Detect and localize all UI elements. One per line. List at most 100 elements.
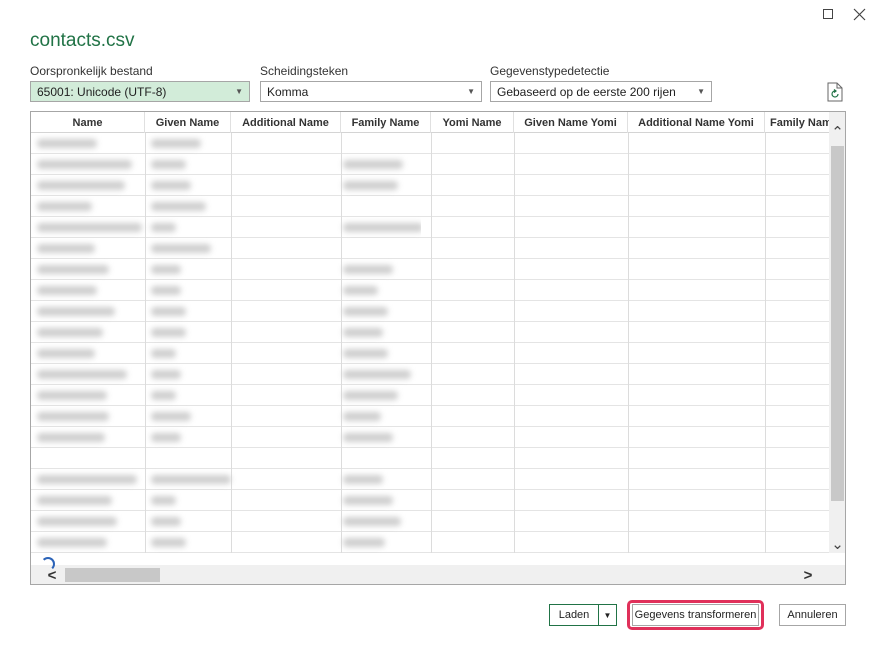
chevron-down-icon: ▼	[467, 87, 475, 96]
blurred-cell	[151, 370, 181, 379]
chevron-right-icon[interactable]: >	[797, 565, 819, 584]
blurred-cell	[343, 349, 388, 358]
blurred-cell	[151, 517, 181, 526]
blurred-cell	[37, 244, 95, 253]
blurred-cell	[37, 517, 117, 526]
blurred-cell	[151, 202, 206, 211]
column-header: Yomi Name	[431, 112, 514, 133]
blurred-cell	[151, 265, 181, 274]
column-divider	[765, 133, 766, 553]
blurred-cell	[343, 391, 398, 400]
chevron-down-icon: ▼	[603, 610, 612, 620]
blurred-cell	[343, 328, 383, 337]
blurred-cell	[343, 286, 378, 295]
horizontal-scrollbar[interactable]: < >	[31, 557, 845, 584]
blurred-cell	[343, 223, 421, 232]
column-header: Given Name Yomi	[514, 112, 628, 133]
blurred-cell	[151, 433, 181, 442]
blurred-cell	[37, 391, 107, 400]
cancel-button[interactable]: Annuleren	[779, 604, 846, 626]
source-dropdown[interactable]: 65001: Unicode (UTF-8) ▼	[30, 81, 250, 102]
blurred-cell	[343, 307, 388, 316]
maximize-icon	[823, 9, 833, 19]
detection-dropdown-value: Gebaseerd op de eerste 200 rijen	[497, 84, 676, 99]
vertical-scrollbar[interactable]: ⌃ ⌄	[829, 112, 845, 554]
chevron-left-icon[interactable]: <	[41, 565, 63, 584]
load-button[interactable]: Laden	[549, 604, 599, 626]
blurred-cell	[37, 538, 107, 547]
load-options-button[interactable]: ▼	[598, 604, 617, 626]
blurred-cell	[343, 181, 398, 190]
source-dropdown-value: 65001: Unicode (UTF-8)	[37, 84, 167, 99]
blurred-cell	[37, 475, 137, 484]
delimiter-dropdown-value: Komma	[267, 84, 309, 99]
refresh-file-icon[interactable]	[826, 82, 844, 102]
blurred-cell	[343, 265, 393, 274]
blurred-cell	[37, 433, 105, 442]
blurred-cell	[343, 370, 411, 379]
blurred-cell	[343, 517, 401, 526]
blurred-cell	[343, 496, 393, 505]
blurred-cell	[151, 286, 181, 295]
column-header: Given Name	[145, 112, 231, 133]
blurred-cell	[151, 307, 186, 316]
chevron-up-icon[interactable]: ⌃	[829, 122, 845, 142]
blurred-cell	[343, 412, 381, 421]
column-header: Name	[31, 112, 145, 133]
blurred-cell	[37, 412, 109, 421]
blurred-cell	[151, 349, 176, 358]
blurred-cell	[37, 139, 97, 148]
column-divider	[431, 133, 432, 553]
maximize-button[interactable]	[817, 4, 839, 24]
table-header: Name Given Name Additional Name Family N…	[31, 112, 829, 133]
blurred-cell	[151, 538, 186, 547]
blurred-data	[31, 133, 421, 553]
column-header: Family Nam	[770, 116, 829, 129]
blurred-cell	[37, 223, 142, 232]
blurred-cell	[343, 160, 403, 169]
blurred-cell	[151, 139, 201, 148]
blurred-cell	[151, 160, 186, 169]
close-button[interactable]	[848, 4, 870, 24]
delimiter-dropdown[interactable]: Komma ▼	[260, 81, 482, 102]
column-divider	[628, 133, 629, 553]
blurred-cell	[37, 370, 127, 379]
column-divider	[514, 133, 515, 553]
blurred-cell	[37, 265, 109, 274]
blurred-cell	[37, 202, 92, 211]
delimiter-label: Scheidingsteken	[260, 64, 349, 78]
blurred-cell	[151, 412, 191, 421]
blurred-cell	[151, 475, 231, 484]
detection-dropdown[interactable]: Gebaseerd op de eerste 200 rijen ▼	[490, 81, 712, 102]
column-header: Family Name	[341, 112, 431, 133]
blurred-cell	[343, 433, 393, 442]
chevron-down-icon: ▼	[697, 87, 705, 96]
blurred-cell	[151, 244, 211, 253]
column-header: Additional Name Yomi	[628, 112, 765, 133]
dialog-title: contacts.csv	[30, 30, 135, 51]
scrollbar-thumb[interactable]	[65, 568, 160, 582]
chevron-down-icon: ▼	[235, 87, 243, 96]
blurred-cell	[37, 286, 97, 295]
source-label: Oorspronkelijk bestand	[30, 64, 153, 78]
blurred-cell	[37, 160, 132, 169]
detection-label: Gegevenstypedetectie	[490, 64, 610, 78]
close-icon	[853, 8, 865, 20]
blurred-cell	[151, 223, 176, 232]
blurred-cell	[37, 496, 112, 505]
blurred-cell	[37, 328, 103, 337]
transform-data-button[interactable]: Gegevens transformeren	[632, 604, 759, 626]
data-preview[interactable]: Name Given Name Additional Name Family N…	[30, 111, 846, 585]
chevron-down-icon[interactable]: ⌄	[829, 534, 845, 554]
scrollbar-thumb[interactable]	[831, 146, 844, 501]
blurred-cell	[151, 391, 176, 400]
blurred-cell	[151, 181, 191, 190]
blurred-cell	[343, 475, 383, 484]
blurred-cell	[37, 307, 115, 316]
blurred-cell	[151, 328, 186, 337]
blurred-cell	[151, 496, 176, 505]
blurred-cell	[37, 181, 125, 190]
column-header: Additional Name	[231, 112, 341, 133]
blurred-cell	[343, 538, 385, 547]
blurred-cell	[37, 349, 95, 358]
